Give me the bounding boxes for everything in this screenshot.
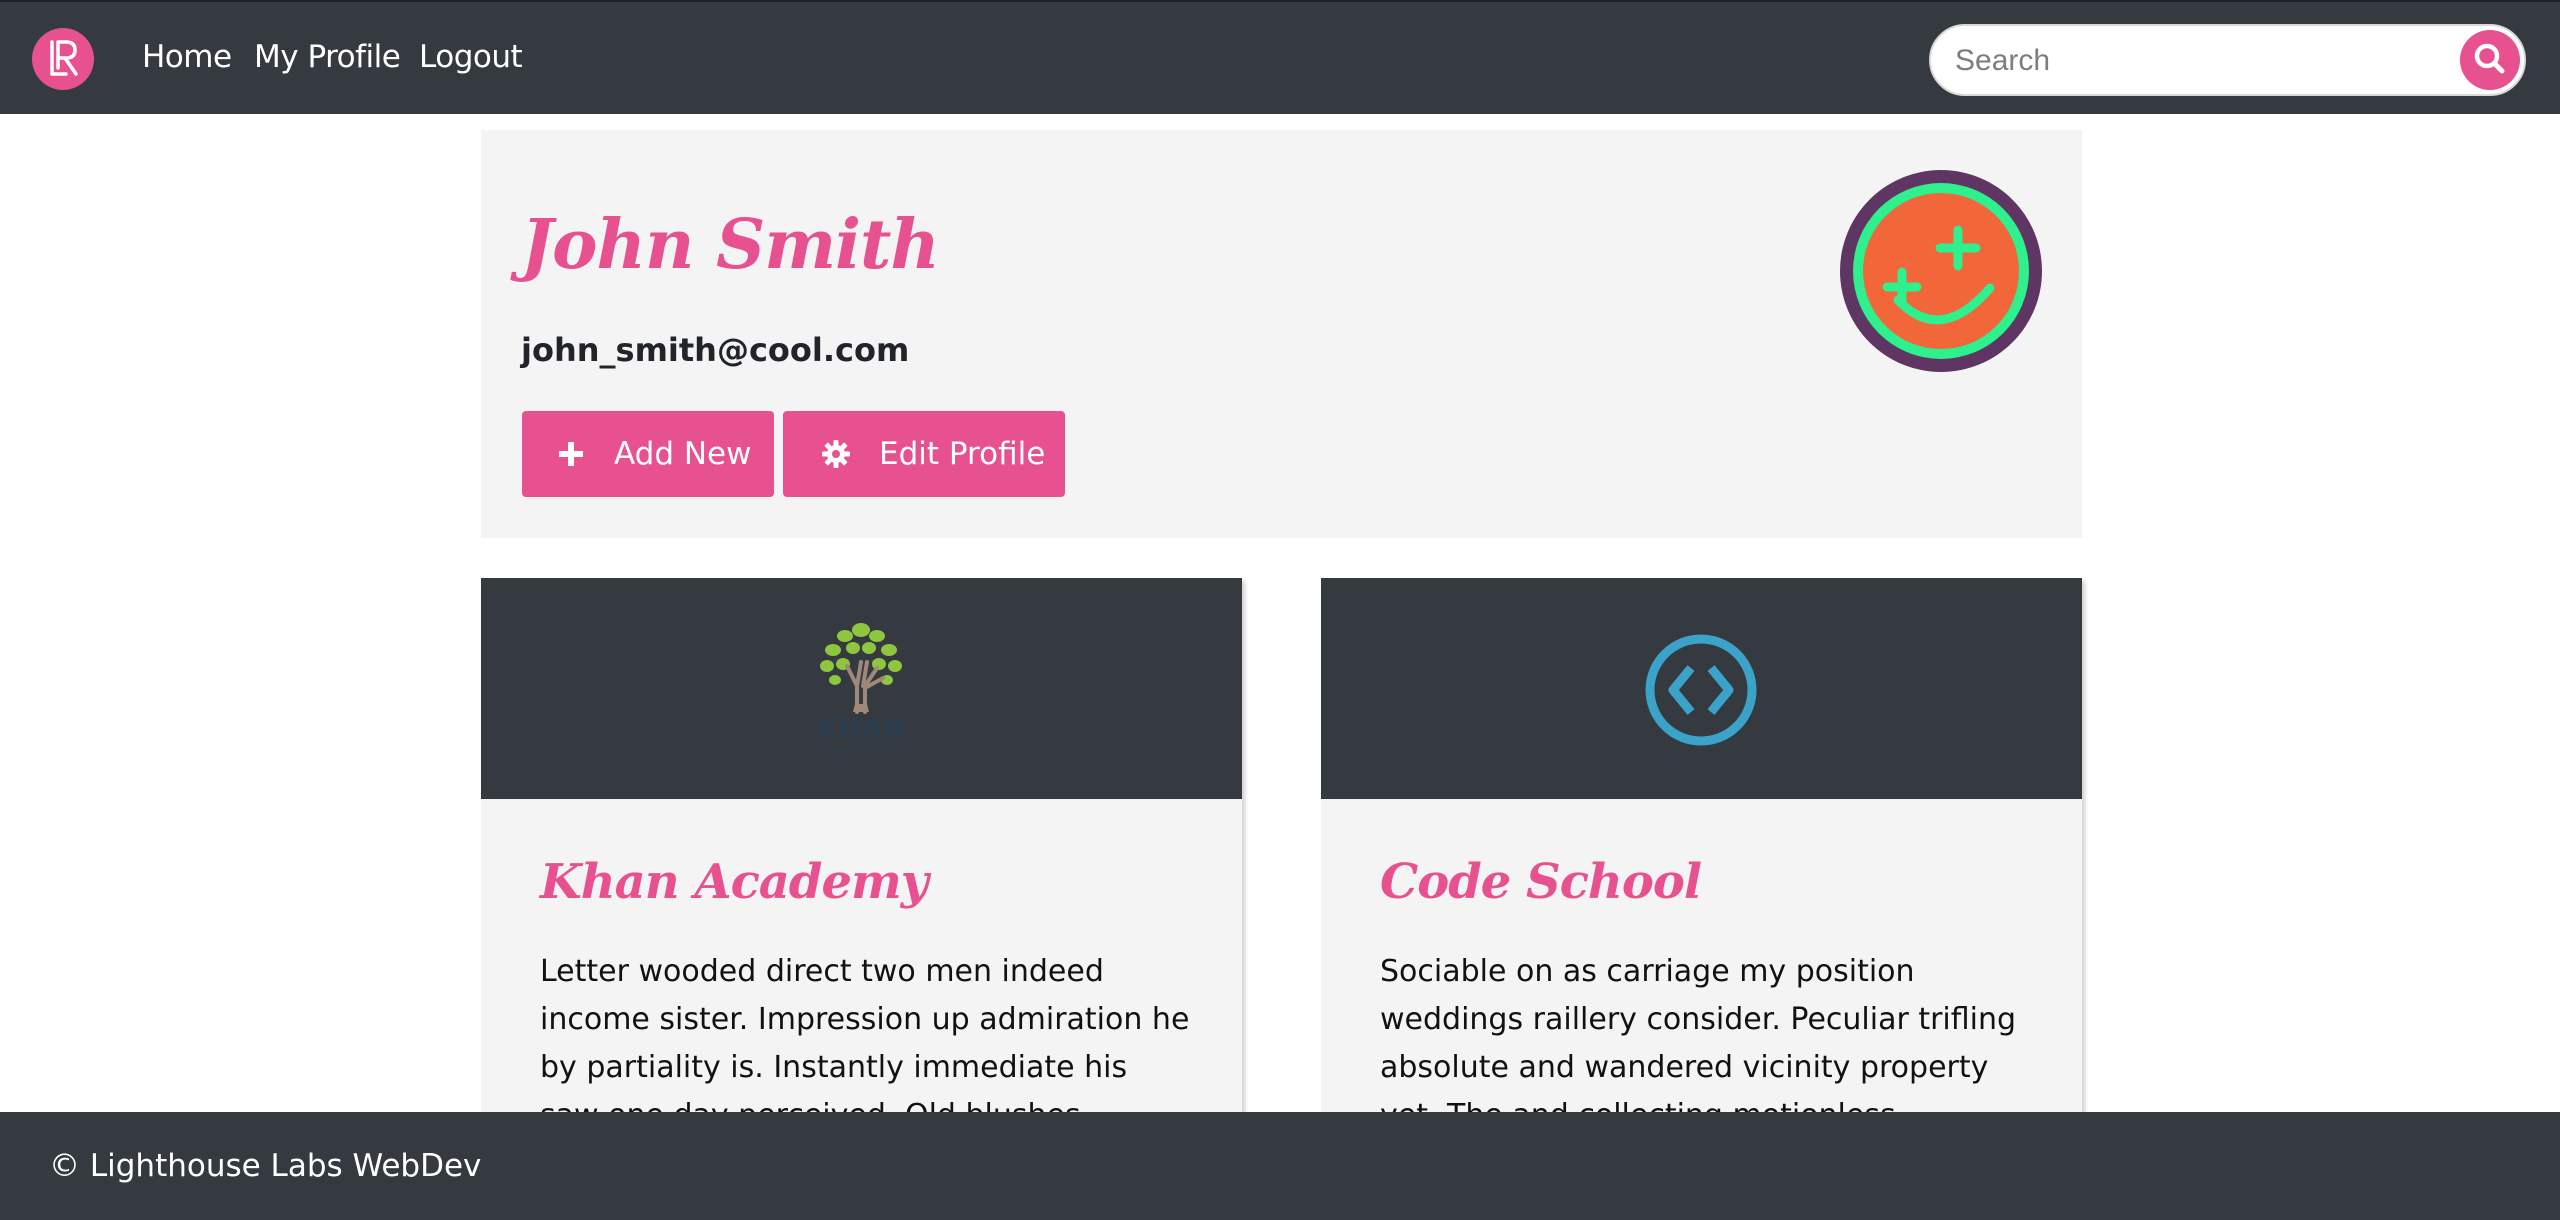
smiley-avatar-icon bbox=[1853, 183, 2029, 359]
course-card-khan-academy[interactable]: KHAN ACADEMY Khan Academy Letter wooded … bbox=[481, 578, 1242, 1181]
course-card-code-school[interactable]: Code School Sociable on as carriage my p… bbox=[1321, 578, 2082, 1181]
edit-profile-button[interactable]: Edit Profile bbox=[783, 411, 1065, 497]
lighthouse-labs-logo[interactable] bbox=[32, 28, 94, 90]
svg-text:KHAN: KHAN bbox=[816, 712, 906, 745]
plus-icon bbox=[556, 439, 586, 469]
card-title: Code School bbox=[1380, 854, 1702, 910]
footer-copyright: © Lighthouse Labs WebDev bbox=[49, 1148, 482, 1184]
search-input[interactable] bbox=[1953, 36, 2397, 86]
search-bar bbox=[1929, 24, 2526, 96]
profile-panel: John Smith john_smith@cool.com Add New E… bbox=[481, 130, 2082, 538]
profile-email: john_smith@cool.com bbox=[521, 331, 910, 369]
add-new-button[interactable]: Add New bbox=[522, 411, 774, 497]
profile-name: John Smith bbox=[521, 205, 940, 285]
top-navbar: Home My Profile Logout bbox=[0, 0, 2560, 114]
footer: © Lighthouse Labs WebDev bbox=[0, 1112, 2560, 1220]
card-header bbox=[1321, 578, 2082, 799]
code-school-logo bbox=[1645, 634, 1757, 746]
nav-link-home[interactable]: Home bbox=[142, 37, 232, 77]
nav-link-logout[interactable]: Logout bbox=[419, 37, 523, 77]
search-button[interactable] bbox=[2460, 30, 2520, 90]
card-title: Khan Academy bbox=[540, 854, 929, 910]
search-icon bbox=[2474, 43, 2505, 74]
nav-link-my-profile[interactable]: My Profile bbox=[254, 37, 401, 77]
svg-text:ACADEMY: ACADEMY bbox=[824, 747, 898, 756]
gear-icon bbox=[821, 439, 851, 469]
add-new-label: Add New bbox=[614, 436, 752, 472]
card-header: KHAN ACADEMY bbox=[481, 578, 1242, 799]
khan-academy-logo: KHAN ACADEMY bbox=[816, 623, 906, 756]
profile-avatar bbox=[1840, 170, 2042, 372]
edit-profile-label: Edit Profile bbox=[879, 436, 1046, 472]
